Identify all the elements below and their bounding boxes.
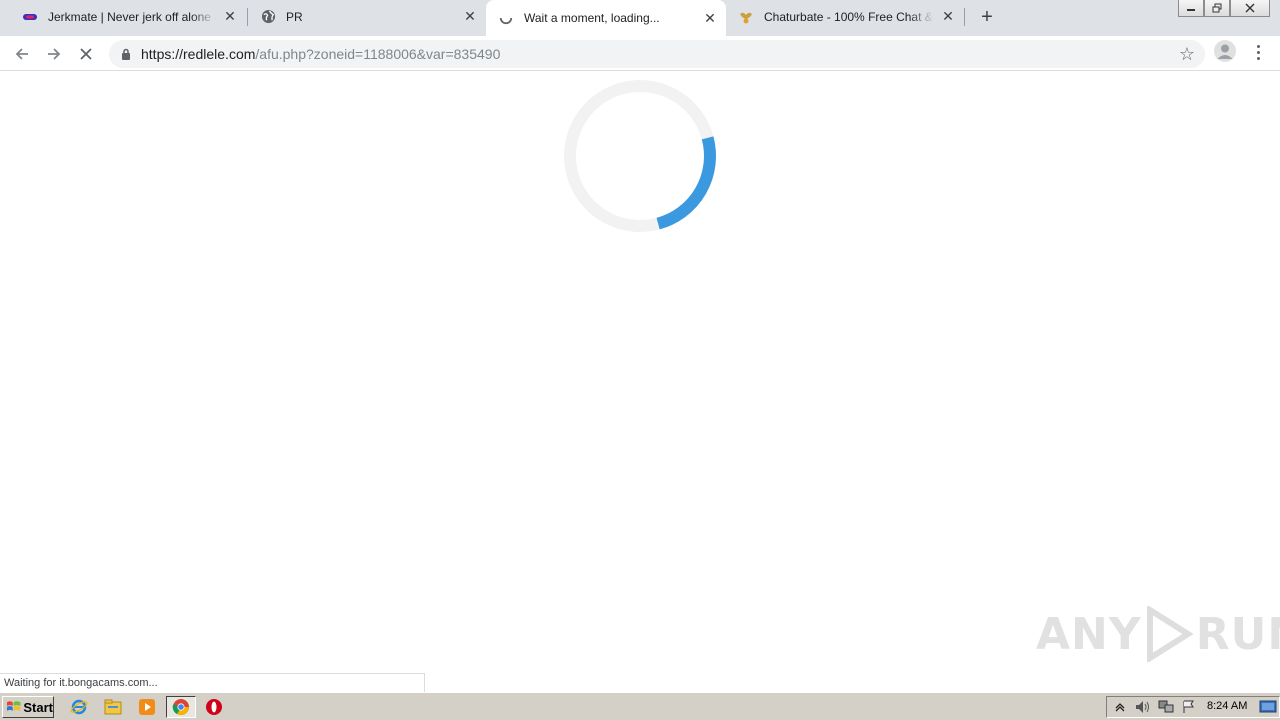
globe-icon xyxy=(260,9,276,25)
close-window-button[interactable] xyxy=(1230,0,1270,17)
tab-loading[interactable]: Wait a moment, loading... ✕ xyxy=(486,0,726,36)
network-icon[interactable] xyxy=(1156,698,1176,716)
file-explorer-icon[interactable] xyxy=(103,697,123,717)
new-tab-button[interactable]: + xyxy=(976,6,998,28)
stop-loading-button[interactable] xyxy=(72,40,100,68)
tab-close-icon[interactable]: ✕ xyxy=(702,10,718,26)
volume-icon[interactable] xyxy=(1133,698,1153,716)
minimize-button[interactable] xyxy=(1178,0,1204,17)
show-desktop-icon[interactable] xyxy=(1259,699,1277,715)
forward-arrow-icon xyxy=(48,48,61,60)
jerkmate-favicon xyxy=(22,9,38,25)
back-arrow-icon xyxy=(15,48,28,60)
browser-menu-button[interactable] xyxy=(1246,40,1270,64)
tab-title: Jerkmate | Never jerk off alone again xyxy=(48,9,216,24)
close-icon xyxy=(1245,3,1255,13)
system-tray: 8:24 AM xyxy=(1106,696,1280,718)
chrome-icon xyxy=(172,699,189,716)
play-logo-icon xyxy=(1146,606,1194,662)
restore-icon xyxy=(1212,3,1222,13)
tab-chaturbate[interactable]: Chaturbate - 100% Free Chat & Webcam ✕ xyxy=(726,0,964,33)
internet-explorer-icon[interactable] xyxy=(69,697,89,717)
taskbar-clock[interactable]: 8:24 AM xyxy=(1207,700,1247,712)
tab-close-icon[interactable]: ✕ xyxy=(940,8,956,25)
watermark-text-left: ANY xyxy=(1036,608,1142,660)
start-button[interactable]: Start xyxy=(2,696,54,718)
tab-pr[interactable]: PR ✕ xyxy=(248,0,486,33)
windows-logo-icon xyxy=(6,701,21,711)
media-player-icon[interactable] xyxy=(137,697,157,717)
browser-toolbar: https://redlele.com/afu.php?zoneid=11880… xyxy=(0,36,1280,71)
tab-title: PR xyxy=(286,9,303,24)
status-bubble: Waiting for it.bongacams.com... xyxy=(0,673,425,692)
tab-strip: Jerkmate | Never jerk off alone again ✕ … xyxy=(0,0,1280,36)
minimize-icon xyxy=(1187,9,1195,11)
restore-button[interactable] xyxy=(1204,0,1230,17)
menu-dot xyxy=(1256,56,1260,60)
menu-dot xyxy=(1256,44,1260,48)
stop-icon xyxy=(80,48,92,60)
action-center-flag-icon[interactable] xyxy=(1179,698,1199,716)
page-content: ANY RUN Waiting for it.bongacams.com... xyxy=(0,72,1280,692)
anyrun-watermark: ANY RUN xyxy=(1036,606,1280,662)
tab-close-icon[interactable]: ✕ xyxy=(222,8,238,25)
lock-icon xyxy=(121,48,131,60)
forward-button[interactable] xyxy=(40,40,68,68)
profile-avatar-button[interactable] xyxy=(1214,40,1236,62)
address-bar[interactable]: https://redlele.com/afu.php?zoneid=11880… xyxy=(109,40,1205,68)
tab-title: Wait a moment, loading... xyxy=(524,11,660,25)
tab-separator xyxy=(964,8,965,26)
spinner-arc xyxy=(656,136,716,230)
watermark-text-right: RUN xyxy=(1195,608,1280,660)
bookmark-star-icon[interactable]: ☆ xyxy=(1179,45,1195,63)
tab-close-icon[interactable]: ✕ xyxy=(462,8,478,25)
url-host: https://redlele.com xyxy=(141,46,256,62)
avatar-icon xyxy=(1217,44,1233,59)
back-button[interactable] xyxy=(8,40,36,68)
loading-spinner xyxy=(564,80,716,232)
tab-title: Chaturbate - 100% Free Chat & Webcam xyxy=(764,9,934,24)
loading-spinner-icon xyxy=(498,10,514,26)
window-controls xyxy=(1178,0,1270,17)
tray-expand-icon[interactable] xyxy=(1110,698,1130,716)
browser-window: Jerkmate | Never jerk off alone again ✕ … xyxy=(0,0,1280,720)
chaturbate-favicon xyxy=(738,9,754,25)
tab-jerkmate[interactable]: Jerkmate | Never jerk off alone again ✕ xyxy=(10,0,246,33)
windows-taskbar: Start 8:24 AM xyxy=(0,692,1280,720)
chrome-taskbar-button[interactable] xyxy=(166,696,196,718)
start-label: Start xyxy=(23,699,53,715)
opera-icon[interactable] xyxy=(204,697,224,717)
menu-dot xyxy=(1256,50,1260,54)
url-path: /afu.php?zoneid=1188006&var=835490 xyxy=(255,46,501,62)
